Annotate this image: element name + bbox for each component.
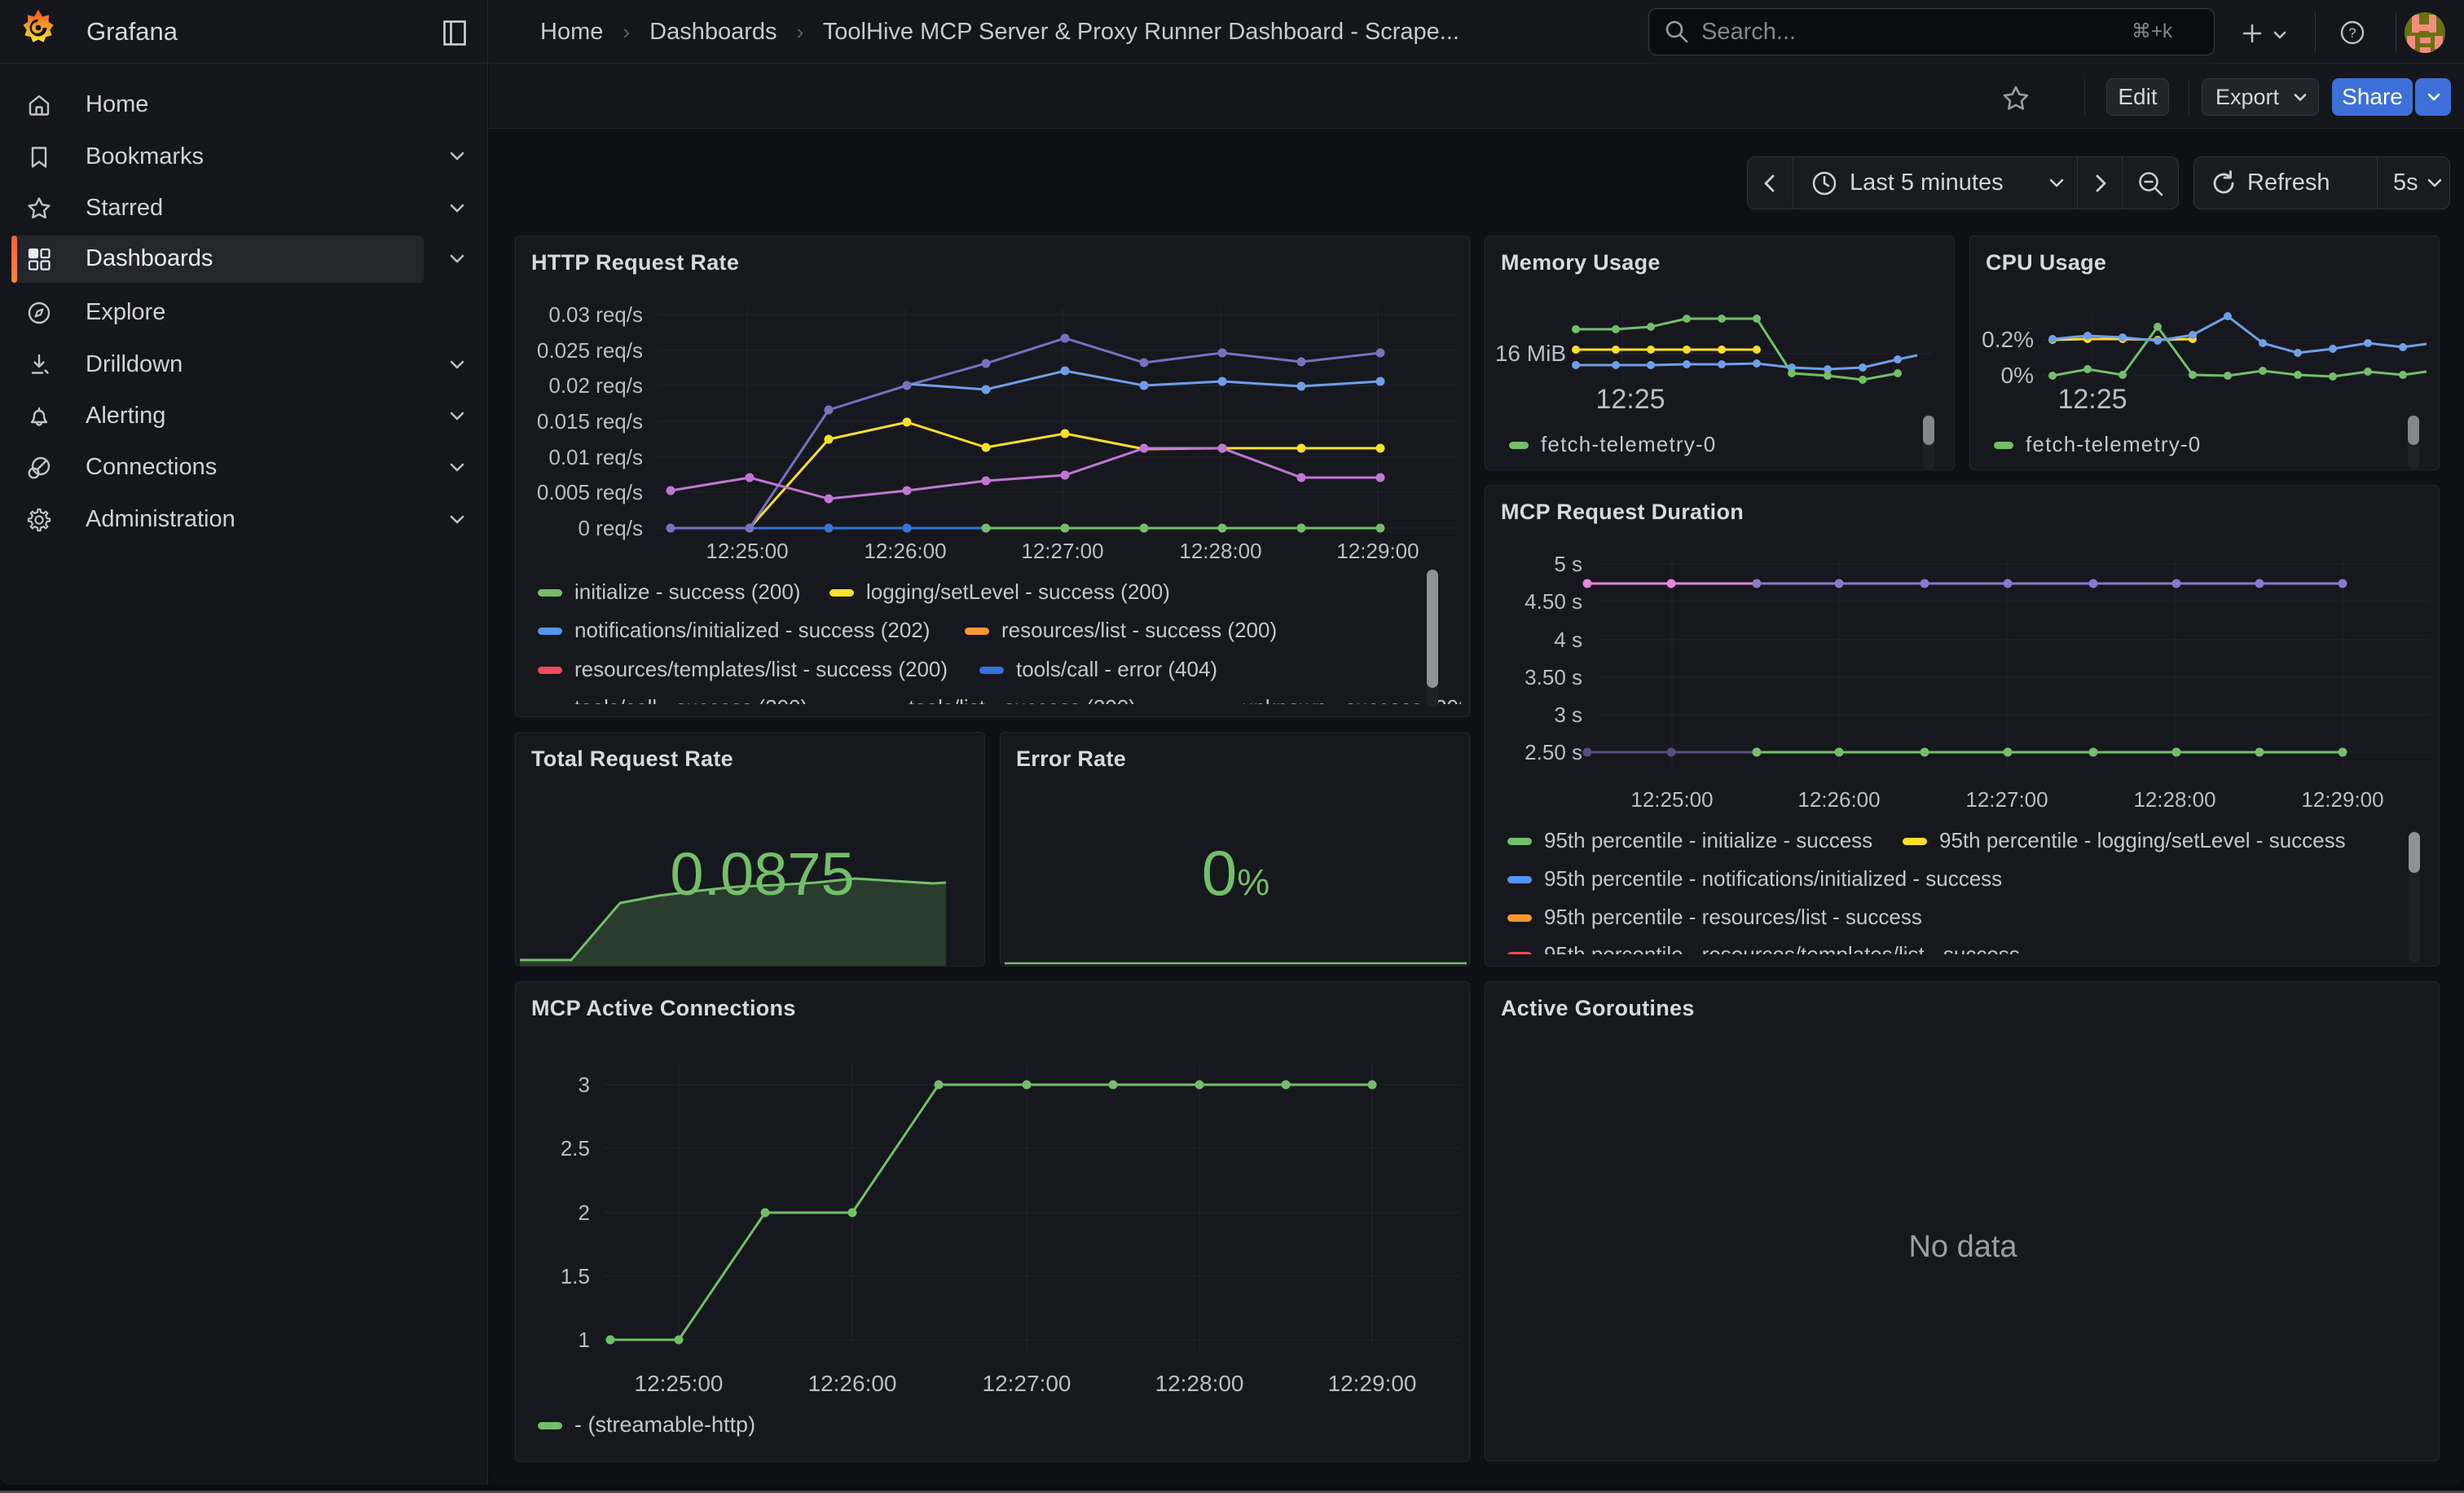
svg-text:?: ?	[2348, 25, 2356, 41]
